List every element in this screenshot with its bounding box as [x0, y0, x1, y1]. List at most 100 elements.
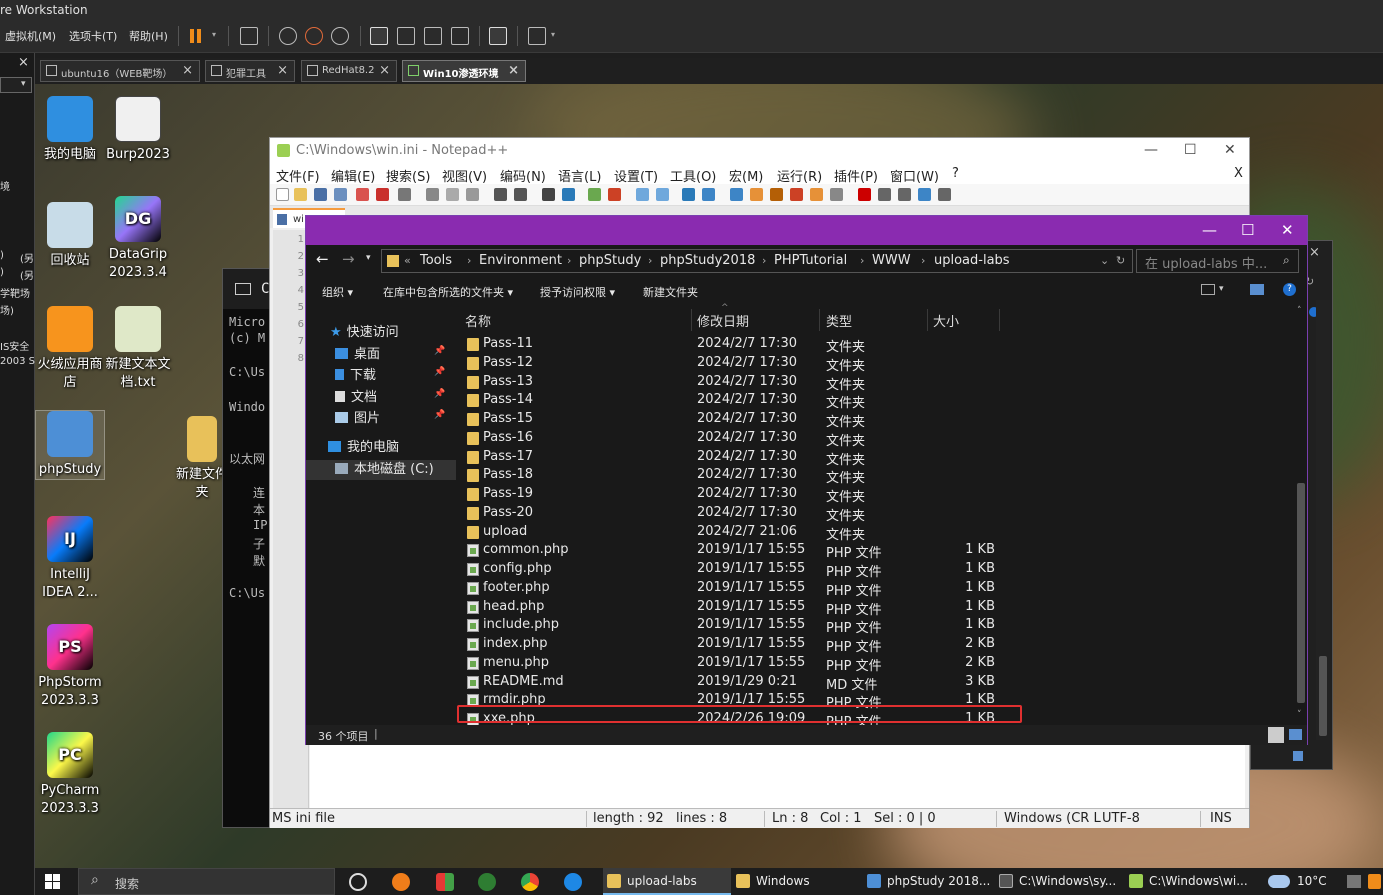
- tab-crime-tools[interactable]: 犯罪工具 ×: [205, 60, 295, 82]
- close-icon[interactable]: ×: [379, 63, 390, 78]
- pin-icon[interactable]: 📌: [434, 410, 445, 420]
- breadcrumb-phptutorial[interactable]: PHPTutorial: [774, 253, 847, 268]
- new-folder-button[interactable]: 新建文件夹: [643, 284, 698, 300]
- column-divider[interactable]: [819, 309, 820, 331]
- file-row[interactable]: Pass-15 2024/2/7 17:30 文件夹: [457, 410, 1295, 430]
- file-row[interactable]: Pass-13 2024/2/7 17:30 文件夹: [457, 373, 1295, 393]
- close-icon[interactable]: ×: [18, 55, 29, 70]
- doc-map-icon[interactable]: [770, 188, 783, 201]
- taskbar-task-windows[interactable]: Windows: [732, 868, 860, 895]
- find-icon[interactable]: [542, 188, 555, 201]
- desktop-icon-datagrip[interactable]: DG DataGrip 2023.3.4: [103, 196, 173, 282]
- library-item-text[interactable]: 学靶场: [0, 285, 30, 300]
- minimize-icon[interactable]: —: [1202, 221, 1217, 239]
- help-icon[interactable]: ?: [1283, 283, 1296, 296]
- file-row[interactable]: Pass-17 2024/2/7 17:30 文件夹: [457, 448, 1295, 468]
- tab-redhat[interactable]: RedHat8.2 ×: [301, 60, 397, 82]
- preview-pane-icon[interactable]: [1250, 284, 1264, 295]
- security-shield-icon[interactable]: [1368, 874, 1381, 889]
- menu-macro[interactable]: 宏(M): [729, 166, 763, 185]
- close-document-button[interactable]: X: [1234, 166, 1243, 181]
- file-row[interactable]: Pass-12 2024/2/7 17:30 文件夹: [457, 354, 1295, 374]
- chevron-right-icon[interactable]: ›: [467, 254, 471, 267]
- maximize-icon[interactable]: ☐: [1241, 221, 1254, 239]
- file-row[interactable]: config.php 2019/1/17 15:55 PHP 文件 1 KB: [457, 560, 1295, 580]
- sync-vertical-icon[interactable]: [636, 188, 649, 201]
- print-icon[interactable]: [398, 188, 411, 201]
- library-item-text[interactable]: ): [0, 250, 4, 261]
- breadcrumb-upload-labs[interactable]: upload-labs: [934, 253, 1010, 268]
- revert-snapshot-icon[interactable]: [305, 27, 323, 45]
- paste-icon[interactable]: [466, 188, 479, 201]
- pin-icon[interactable]: 📌: [434, 367, 445, 377]
- library-item-text[interactable]: (另: [20, 250, 34, 265]
- include-in-library-button[interactable]: 在库中包含所选的文件夹 ▾: [383, 284, 513, 300]
- chevron-down-icon[interactable]: ▾: [366, 253, 371, 263]
- desktop-icon-recycle-bin[interactable]: 回收站: [35, 202, 105, 270]
- lang-define-icon[interactable]: [750, 188, 763, 201]
- cut-icon[interactable]: [426, 188, 439, 201]
- pin-icon[interactable]: 📌: [434, 389, 445, 399]
- refresh-icon[interactable]: ↻: [1116, 254, 1125, 267]
- pin-icon[interactable]: 📌: [434, 346, 445, 356]
- desktop-icon-phpstorm[interactable]: PS PhpStorm 2023.3.3: [35, 624, 105, 710]
- breadcrumb-phpstudy[interactable]: phpStudy: [579, 253, 641, 268]
- nav-pictures[interactable]: 图片: [335, 407, 380, 426]
- indent-guide-icon[interactable]: [730, 188, 743, 201]
- copy-icon[interactable]: [446, 188, 459, 201]
- cortana-icon[interactable]: [349, 873, 367, 891]
- function-list-icon[interactable]: [790, 188, 803, 201]
- chevron-down-icon[interactable]: ▾: [1219, 284, 1224, 294]
- close-icon[interactable]: ✕: [1281, 221, 1294, 239]
- desktop-icon-burp[interactable]: Burp2023: [103, 96, 173, 164]
- console-view-icon[interactable]: [489, 27, 507, 45]
- send-keys-icon[interactable]: [240, 27, 258, 45]
- back-arrow-icon[interactable]: ←: [316, 250, 329, 268]
- library-item-text[interactable]: 2003 S: [0, 356, 35, 367]
- file-row[interactable]: README.md 2019/1/29 0:21 MD 文件 3 KB: [457, 673, 1295, 693]
- close-icon[interactable]: ×: [508, 63, 519, 78]
- explorer-window[interactable]: — ☐ ✕ ← → ▾ « Tools › Environment › phpS…: [305, 215, 1308, 745]
- menu-window[interactable]: 窗口(W): [890, 166, 939, 185]
- library-item-text[interactable]: 场): [0, 302, 14, 317]
- chevron-right-icon[interactable]: ›: [860, 254, 864, 267]
- save-macro-icon[interactable]: [938, 188, 951, 201]
- new-file-icon[interactable]: [276, 188, 289, 201]
- maximize-icon[interactable]: ☐: [1184, 142, 1197, 158]
- column-header-name[interactable]: 名称: [465, 311, 491, 330]
- menu-language[interactable]: 语言(L): [558, 166, 601, 185]
- column-header-type[interactable]: 类型: [826, 311, 852, 330]
- taskbar-task-phpstudy[interactable]: phpStudy 2018...: [863, 868, 991, 895]
- library-view-icon[interactable]: [370, 27, 388, 45]
- menu-settings[interactable]: 设置(T): [614, 166, 658, 185]
- unity-icon[interactable]: [451, 27, 469, 45]
- forward-arrow-icon[interactable]: →: [342, 250, 355, 268]
- chevron-right-icon[interactable]: ›: [921, 254, 925, 267]
- file-row[interactable]: index.php 2019/1/17 15:55 PHP 文件 2 KB: [457, 635, 1295, 655]
- change-view-icon[interactable]: [1201, 284, 1215, 295]
- column-header-date[interactable]: 修改日期: [697, 311, 749, 330]
- stop-macro-icon[interactable]: [878, 188, 891, 201]
- file-row[interactable]: head.php 2019/1/17 15:55 PHP 文件 1 KB: [457, 598, 1295, 618]
- details-view-icon[interactable]: [1293, 751, 1303, 761]
- details-view-button[interactable]: [1268, 727, 1284, 743]
- file-row[interactable]: Pass-14 2024/2/7 17:30 文件夹: [457, 391, 1295, 411]
- organize-button[interactable]: 组织 ▾: [322, 284, 353, 300]
- library-item-text[interactable]: (另: [20, 267, 34, 282]
- chevron-down-icon[interactable]: ⌄: [1100, 254, 1109, 267]
- menu-vm[interactable]: 虚拟机(M): [5, 28, 56, 44]
- menu-search[interactable]: 搜索(S): [386, 166, 430, 185]
- file-row[interactable]: Pass-11 2024/2/7 17:30 文件夹: [457, 335, 1295, 355]
- file-row[interactable]: Pass-19 2024/2/7 17:30 文件夹: [457, 485, 1295, 505]
- scroll-down-icon[interactable]: ˅: [1297, 710, 1302, 720]
- file-row[interactable]: menu.php 2019/1/17 15:55 PHP 文件 2 KB: [457, 654, 1295, 674]
- library-dropdown[interactable]: ▾: [0, 77, 32, 93]
- minimize-icon[interactable]: —: [1144, 142, 1158, 158]
- large-icons-view-button[interactable]: [1289, 729, 1302, 740]
- taskbar-task-cmd[interactable]: C:\Windows\sy...: [995, 868, 1123, 895]
- nav-documents[interactable]: 文档: [335, 386, 377, 405]
- monitoring-icon[interactable]: [830, 188, 843, 201]
- address-bar[interactable]: « Tools › Environment › phpStudy › phpSt…: [381, 249, 1133, 273]
- menu-encoding[interactable]: 编码(N): [500, 166, 546, 185]
- desktop-icon-intellij[interactable]: IJ IntelliJ IDEA 2...: [35, 516, 105, 602]
